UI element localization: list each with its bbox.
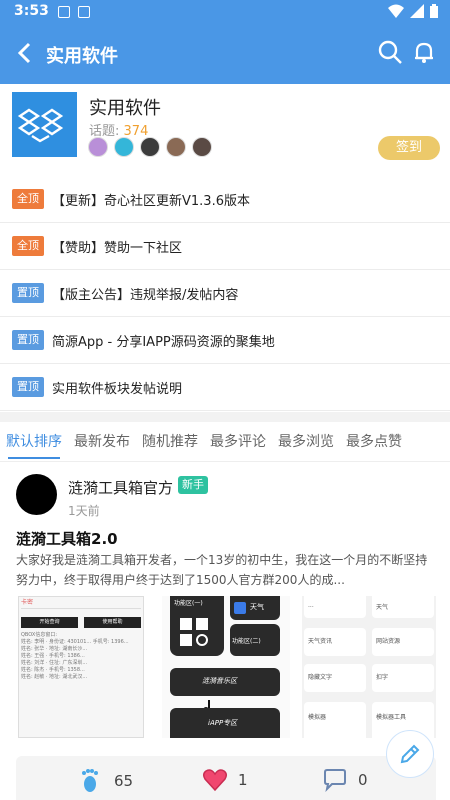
avatar[interactable]: [166, 137, 186, 157]
thumb-button: 开始查询: [21, 617, 78, 628]
wifi-icon: [388, 4, 404, 18]
pinned-item[interactable]: 全顶 【更新】奇心社区更新V1.3.6版本: [0, 176, 450, 223]
pin-badge: 置顶: [12, 330, 44, 350]
app-bar: 实用软件: [0, 24, 450, 84]
thumb-line: 姓名: 刘洋 · 住址: 广东深圳...: [21, 660, 88, 666]
search-icon[interactable]: [376, 38, 404, 66]
favorite-value: 1: [238, 771, 248, 789]
tab-random[interactable]: 随机推荐: [136, 422, 204, 461]
pinned-title: 【版主公告】违规举报/发帖内容: [52, 287, 239, 303]
post-time: 1天前: [68, 504, 100, 518]
tab-most-comments[interactable]: 最多评论: [204, 422, 272, 461]
thumb-line: QBOX信息窗口:: [21, 632, 58, 638]
tab-most-views[interactable]: 最多浏览: [272, 422, 340, 461]
pin-badge: 置顶: [12, 283, 44, 303]
avatar[interactable]: [140, 137, 160, 157]
thumb-tile: 天气: [230, 596, 280, 620]
forum-logo: [12, 92, 77, 157]
checkin-button[interactable]: 签到: [378, 136, 440, 160]
pencil-icon: [400, 744, 420, 764]
newbie-badge: 新手: [178, 476, 208, 494]
thumb-line: 姓名: 陈杰 · 手机号: 1358...: [21, 667, 85, 673]
thumb-header: 卡密: [21, 599, 141, 609]
pinned-list: 全顶 【更新】奇心社区更新V1.3.6版本 全顶 【赞助】赞助一下社区 置顶 【…: [0, 176, 450, 411]
app-notification-icon: [78, 6, 90, 18]
avatar[interactable]: [88, 137, 108, 157]
footprint-count[interactable]: 65: [78, 768, 133, 794]
page-title: 实用软件: [46, 46, 118, 67]
post-excerpt: 大家好我是涟漪工具箱开发者，一个13岁的初中生，我在这一个月的不断坚持努力中，终…: [16, 553, 428, 587]
signal-icon: [410, 4, 424, 18]
avatar[interactable]: [114, 137, 134, 157]
section-divider: [0, 412, 450, 422]
pinned-title: 简源App - 分享IAPP源码资源的聚集地: [52, 334, 275, 350]
thumb-button: 使用帮助: [84, 617, 141, 628]
comment-count[interactable]: 0: [322, 768, 368, 792]
avatar[interactable]: [192, 137, 212, 157]
pinned-title: 【更新】奇心社区更新V1.3.6版本: [52, 193, 250, 209]
pinned-title: 实用软件板块发帖说明: [52, 381, 183, 397]
pinned-title: 【赞助】赞助一下社区: [52, 240, 183, 256]
thumb-line: 姓名: 张华 · 地址: 湖南长沙...: [21, 646, 88, 652]
thumb-tile: 涟漪音乐区: [170, 668, 280, 696]
thumb-tile: 功能区(二): [230, 624, 280, 656]
post-card[interactable]: 涟漪工具箱官方 新手 1天前 涟漪工具箱2.0 大家好我是涟漪工具箱开发者，一个…: [0, 462, 450, 800]
sort-tabs: 默认排序 最新发布 随机推荐 最多评论 最多浏览 最多点赞: [0, 422, 450, 462]
pinned-item[interactable]: 全顶 【赞助】赞助一下社区: [0, 223, 450, 270]
thumb-line: 姓名: 王强 · 手机号: 1386...: [21, 653, 85, 659]
post-title[interactable]: 涟漪工具箱2.0: [16, 528, 118, 549]
forum-header: 实用软件 话题: 374 签到: [0, 84, 450, 176]
author-avatar[interactable]: [16, 474, 57, 515]
post-image[interactable]: 功能区(一) 天气 功能区(二) 涟漪音乐区 iAPP专区: [162, 596, 290, 738]
pinned-item[interactable]: 置顶 简源App - 分享IAPP源码资源的聚集地: [0, 317, 450, 364]
pinned-item[interactable]: 置顶 实用软件板块发帖说明: [0, 364, 450, 411]
pinned-item[interactable]: 置顶 【版主公告】违规举报/发帖内容: [0, 270, 450, 317]
thumb-tile: iAPP专区: [170, 708, 280, 738]
comment-icon: [324, 769, 346, 792]
status-bar: 3:53: [0, 0, 450, 24]
post-image[interactable]: ... 天气 天气资讯 网站资源 隐藏文字 扣字 模拟器 模拟器工具: [302, 596, 436, 738]
battery-icon: [430, 4, 438, 18]
post-actions: 65 1 0: [16, 756, 436, 800]
favorite-count[interactable]: 1: [202, 768, 248, 792]
pin-badge: 置顶: [12, 377, 44, 397]
tab-latest[interactable]: 最新发布: [68, 422, 136, 461]
post-images: 卡密 开始查询 使用帮助 QBOX信息窗口: 姓名: 李明 · 身份证: 430…: [18, 596, 436, 738]
tab-default-sort[interactable]: 默认排序: [0, 422, 68, 461]
status-time: 3:53: [14, 3, 49, 19]
tab-most-likes[interactable]: 最多点赞: [340, 422, 408, 461]
pin-badge: 全顶: [12, 236, 44, 256]
thumb-tile: 功能区(一): [170, 596, 224, 656]
heart-icon: [202, 769, 228, 792]
bell-icon[interactable]: [410, 38, 438, 66]
compose-button[interactable]: [386, 730, 434, 778]
thumb-line: 姓名: 李明 · 身份证: 430101... 手机号: 1396...: [21, 639, 129, 645]
post-image[interactable]: 卡密 开始查询 使用帮助 QBOX信息窗口: 姓名: 李明 · 身份证: 430…: [18, 596, 144, 738]
member-avatars: [88, 137, 212, 157]
forum-name: 实用软件: [89, 98, 161, 119]
back-arrow-icon[interactable]: [10, 38, 40, 68]
image-notification-icon: [58, 6, 70, 18]
footprint-value: 65: [114, 772, 134, 790]
comment-value: 0: [358, 771, 368, 789]
author-name[interactable]: 涟漪工具箱官方: [68, 477, 173, 498]
footprint-icon: [82, 769, 98, 792]
dropbox-icon: [17, 108, 64, 143]
pin-badge: 全顶: [12, 189, 44, 209]
thumb-line: 姓名: 赵敏 · 地址: 湖北武汉...: [21, 674, 88, 680]
